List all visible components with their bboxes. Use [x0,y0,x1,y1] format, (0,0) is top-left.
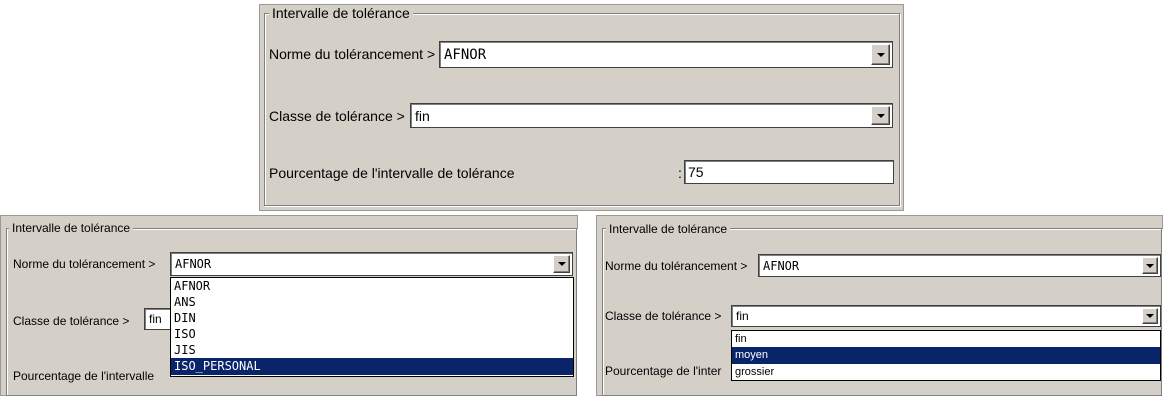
pourcentage-value: 75 [688,164,704,180]
classe-value: fin [149,312,162,326]
pourcentage-label: Pourcentage de l'intervalle de tolérance [269,165,515,181]
group-title: Intervalle de tolérance [269,6,413,20]
norme-option[interactable]: ISO [171,326,573,342]
norme-combobox[interactable]: AFNOR [170,252,573,276]
norme-value: AFNOR [763,258,800,273]
chevron-down-icon [876,52,885,57]
classe-label: Classe de tolérance > [13,314,130,328]
classe-value: fin [415,107,430,124]
norme-dropdown-button[interactable] [553,255,570,273]
chevron-down-icon [1146,314,1154,318]
pourcentage-label: Pourcentage de l'intervalle [13,369,155,383]
classe-combobox[interactable]: fin [731,305,1161,327]
classe-combobox[interactable]: fin [410,103,893,128]
bottom-right-dialog-panel: Intervalle de tolérance Norme du toléran… [596,215,1163,396]
pourcentage-separator: : [678,165,682,181]
norme-option[interactable]: JIS [171,342,573,358]
norme-value: AFNOR [175,257,212,271]
norme-label: Norme du tolérancement > [13,257,156,271]
group-title: Intervalle de tolérance [606,222,731,236]
norme-combobox[interactable]: AFNOR [439,41,893,68]
classe-option[interactable]: fin [732,331,1160,347]
norme-option-selected[interactable]: ISO_PERSONAL [171,358,573,375]
norme-value: AFNOR [444,46,487,63]
norme-label: Norme du tolérancement > [269,46,436,62]
chevron-down-icon [557,262,566,266]
norme-combobox[interactable]: AFNOR [758,254,1161,277]
norme-dropdown-list[interactable]: AFNOR ANS DIN ISO JIS ISO_PERSONAL [170,277,574,377]
norme-dropdown-button[interactable] [1142,257,1158,274]
norme-dropdown-button[interactable] [871,44,890,65]
classe-dropdown-button[interactable] [871,106,890,125]
classe-option[interactable]: grossier [732,364,1160,380]
classe-dropdown-list[interactable]: fin moyen grossier [731,330,1161,381]
norme-label: Norme du tolérancement > [605,259,748,273]
pourcentage-input[interactable]: 75 [684,160,894,184]
group-title: Intervalle de tolérance [9,221,134,235]
norme-option[interactable]: DIN [171,310,573,326]
top-dialog-panel: Intervalle de tolérance Norme du toléran… [259,4,904,211]
chevron-down-icon [1146,263,1154,268]
classe-value: fin [736,309,749,323]
pourcentage-label: Pourcentage de l'inter [605,364,722,378]
chevron-down-icon [876,113,885,118]
classe-option-selected[interactable]: moyen [732,347,1160,364]
classe-label: Classe de tolérance > [605,309,722,323]
classe-label: Classe de tolérance > [269,108,405,124]
norme-option[interactable]: ANS [171,294,573,310]
norme-option[interactable]: AFNOR [171,278,573,294]
bottom-left-dialog-panel: Intervalle de tolérance Norme du toléran… [0,215,578,396]
classe-dropdown-button[interactable] [1142,308,1158,324]
